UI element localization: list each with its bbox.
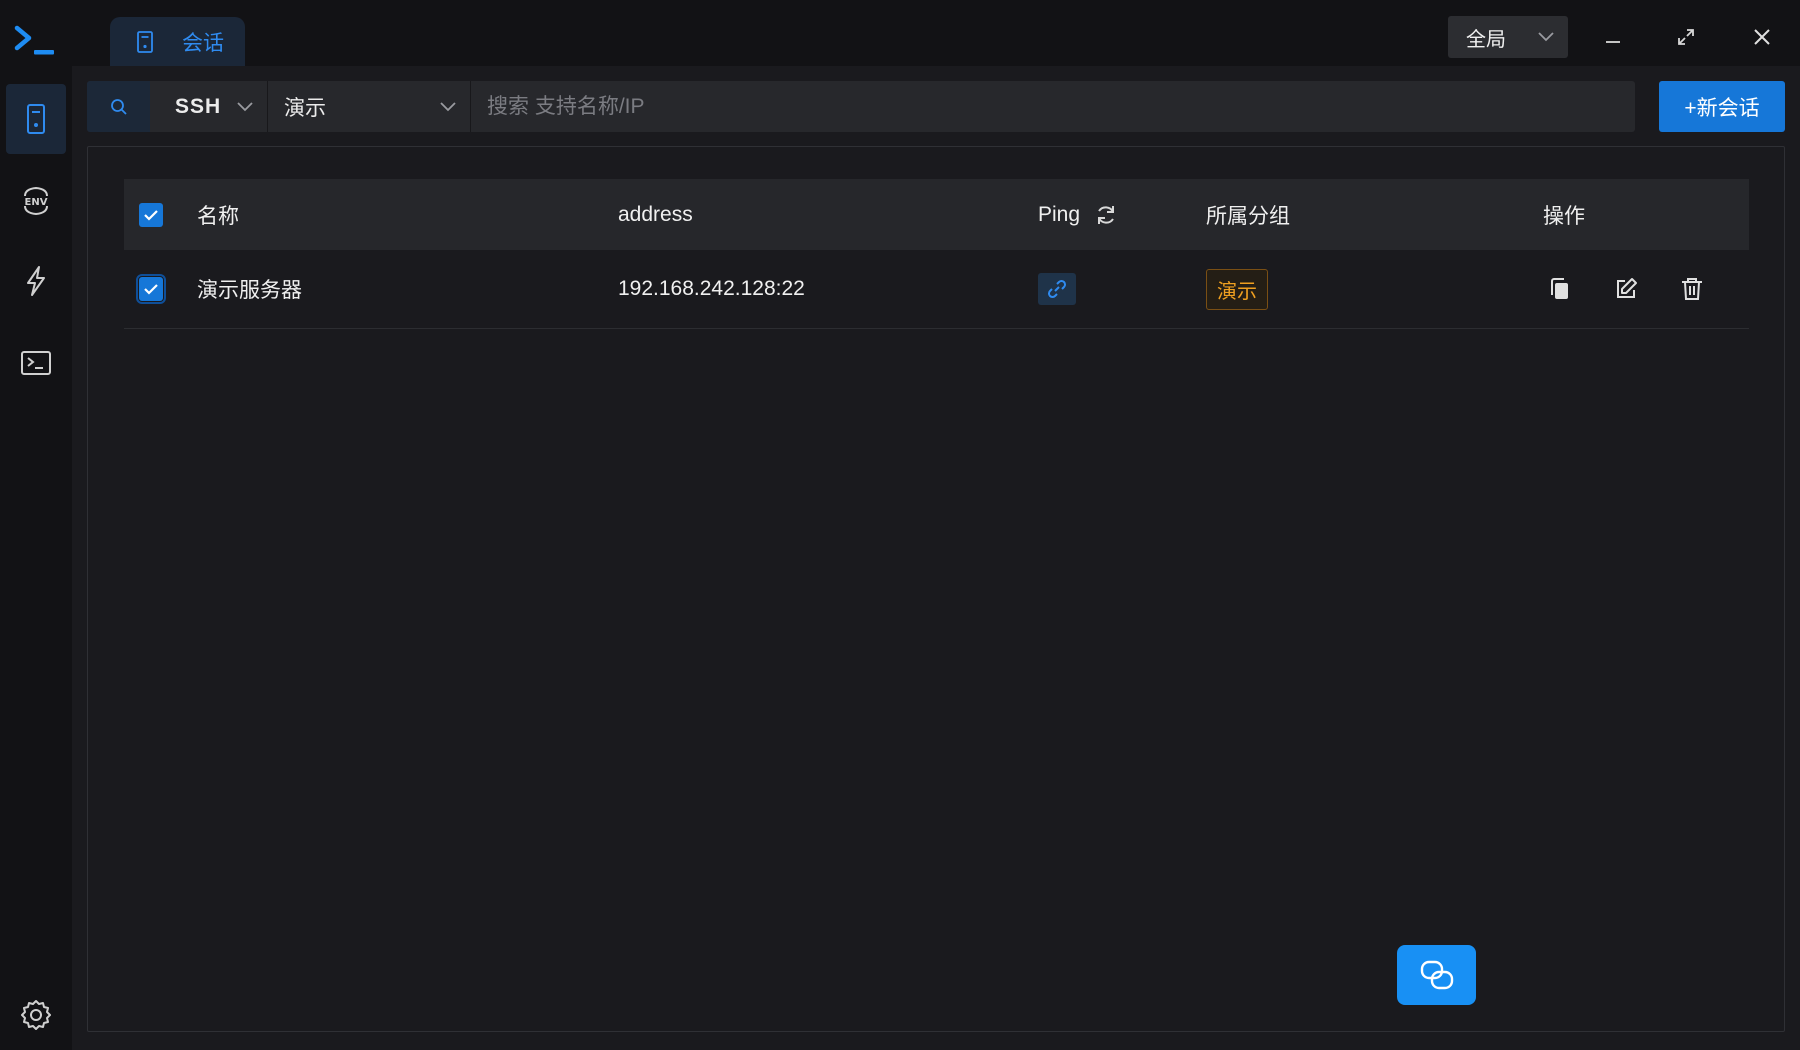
search-input[interactable] [471,81,1635,132]
batch-connect-button[interactable] [1397,945,1476,1005]
tab-sessions-label: 会话 [182,31,224,55]
search-button[interactable] [87,81,150,132]
select-all-checkbox[interactable] [139,202,163,227]
chevron-down-icon [1538,32,1554,42]
ping-button[interactable] [1038,273,1076,305]
close-icon [1754,29,1770,45]
edit-icon[interactable] [1613,276,1639,302]
group-select-value: 演示 [284,96,326,120]
close-button[interactable] [1745,20,1779,54]
header-name: 名称 [197,204,239,228]
session-table: 名称 address Ping 所属分组 操作 演示服务器 192.168.24… [124,179,1749,329]
env-icon: ENV [24,186,48,216]
chevron-down-icon [440,102,456,112]
link-icon [1047,279,1067,299]
group-select[interactable]: 演示 [268,81,471,132]
check-icon [144,284,158,295]
server-icon [137,30,153,53]
app-window: 会话 全局 ENV SSH 演示 搜索 支持名称/IP +新会话 名称 addr… [0,0,1800,1050]
minimize-icon [1606,41,1620,43]
tab-sessions[interactable]: 会话 [110,17,245,66]
check-icon [144,209,158,221]
lightning-icon [27,266,45,296]
minimize-button[interactable] [1596,20,1630,54]
session-panel: 名称 address Ping 所属分组 操作 演示服务器 192.168.24… [87,146,1785,1032]
row-name: 演示服务器 [197,279,302,302]
trash-icon[interactable] [1679,276,1705,302]
table-row[interactable]: 演示服务器 192.168.242.128:22 演示 [124,250,1749,329]
copy-icon[interactable] [1547,276,1573,302]
row-checkbox[interactable] [136,274,166,304]
sidebar-item-terminal[interactable] [6,328,66,398]
group-tag: 演示 [1206,268,1268,310]
svg-text:ENV: ENV [25,197,48,208]
sidebar-item-settings[interactable] [6,980,66,1050]
expand-icon [1678,29,1694,45]
search-bar: SSH 演示 [87,81,1635,132]
scope-select-value: 全局 [1466,28,1506,51]
terminal-icon [21,351,51,375]
server-icon [27,104,45,134]
sidebar-item-quick-commands[interactable] [6,246,66,316]
header-address: address [618,202,693,226]
header-ping: Ping [1038,202,1081,226]
sidebar-item-env[interactable]: ENV [6,166,66,236]
chain-link-icon [1420,960,1453,990]
protocol-select-value: SSH [175,94,222,118]
refresh-icon[interactable] [1094,203,1118,227]
maximize-button[interactable] [1669,20,1703,54]
table-header: 名称 address Ping 所属分组 操作 [124,179,1749,250]
search-icon [110,98,127,115]
sidebar: ENV [0,66,72,1050]
protocol-select[interactable]: SSH [150,81,268,132]
header-group: 所属分组 [1206,204,1290,228]
gear-icon [21,1000,51,1030]
new-session-button[interactable]: +新会话 [1659,81,1785,132]
scope-select[interactable]: 全局 [1448,16,1568,58]
sidebar-item-sessions[interactable] [6,84,66,154]
header-actions: 操作 [1543,204,1585,228]
terminal-logo-icon [14,25,54,55]
row-address: 192.168.242.128:22 [618,277,805,300]
chevron-down-icon [237,102,253,112]
title-bar: 会话 全局 [0,0,1800,66]
